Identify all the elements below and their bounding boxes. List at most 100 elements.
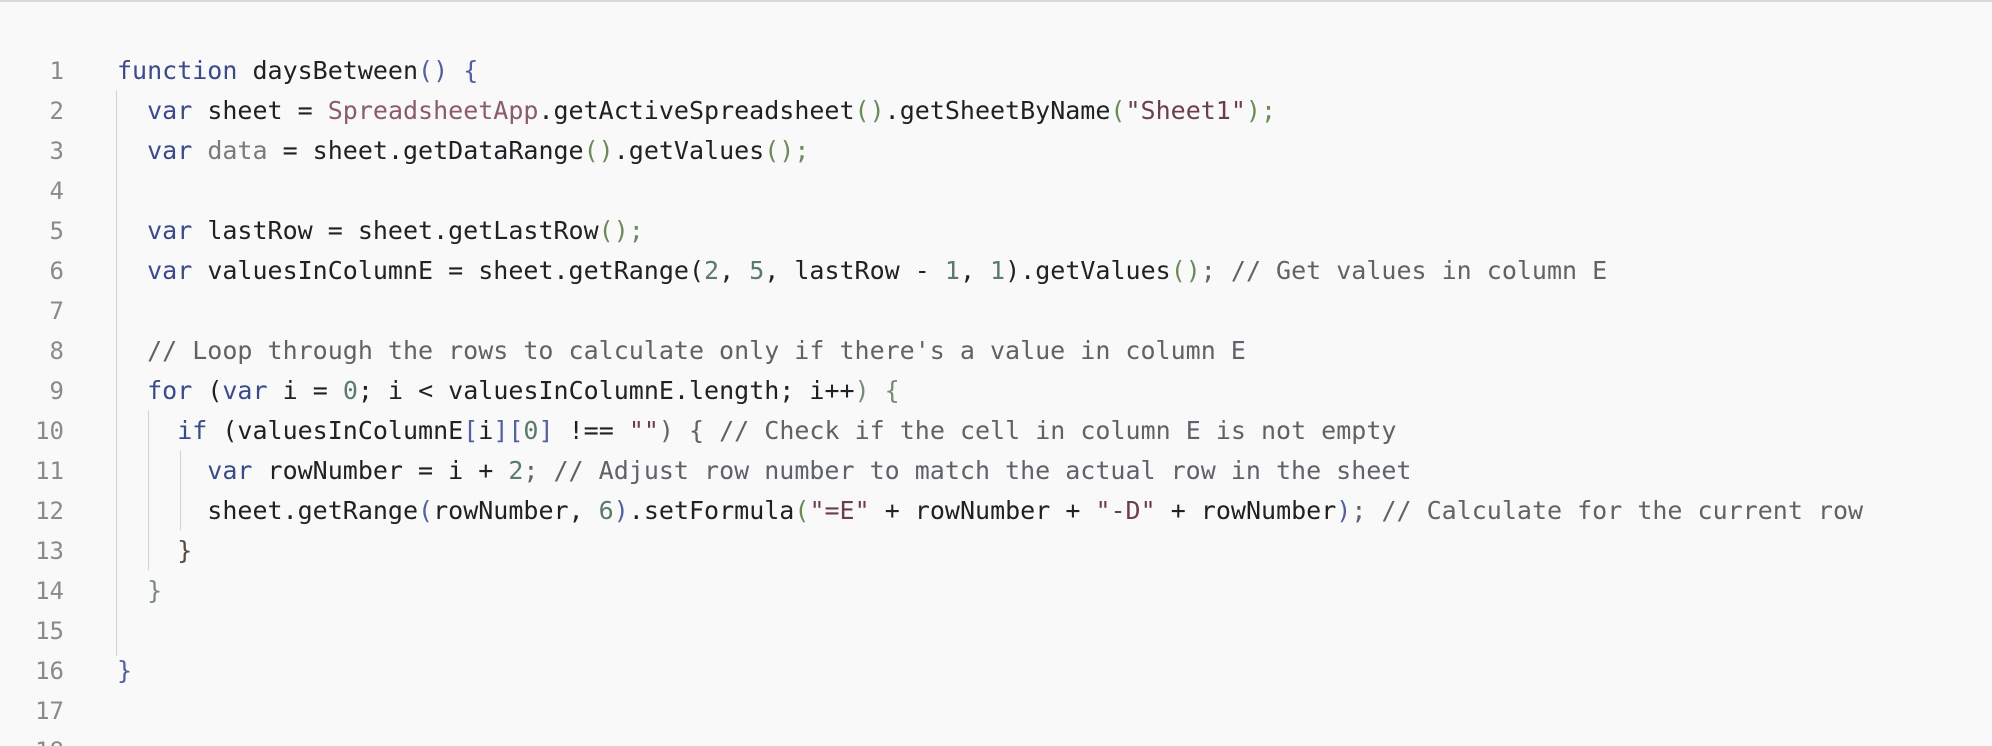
code-token: 6: [598, 496, 614, 525]
code-line[interactable]: 8 // Loop through the rows to calculate …: [0, 331, 1992, 371]
line-number: 10: [35, 417, 64, 445]
code-line[interactable]: 10 if (valuesInColumnE[i][0] !== "") { /…: [0, 411, 1992, 451]
code-token: (: [794, 496, 810, 525]
line-number: 3: [49, 137, 64, 165]
line-number: 2: [49, 97, 64, 125]
line-number: 16: [35, 657, 64, 685]
code-token: ();: [598, 216, 644, 245]
code-line[interactable]: 15: [0, 611, 1992, 651]
code-token: "Sheet1": [1125, 96, 1246, 125]
line-number: 12: [35, 497, 64, 525]
code-token: .getValues: [613, 136, 765, 165]
code-token: 0: [342, 376, 358, 405]
code-token: function: [117, 56, 253, 85]
code-token: ; // Get values in column E: [1200, 256, 1608, 285]
code-token: ();: [764, 136, 810, 165]
line-number: 17: [35, 697, 64, 725]
code-token: rowNumber = i +: [267, 456, 509, 485]
code-token: ): [1336, 496, 1352, 525]
code-text[interactable]: if (valuesInColumnE[i][0] !== "") { // C…: [117, 411, 1396, 451]
code-token: ) {: [854, 376, 900, 405]
code-editor[interactable]: 1 function daysBetween() {2 var sheet = S…: [0, 0, 1992, 746]
code-token: var: [222, 376, 283, 405]
code-token: = sheet.getDataRange: [267, 136, 584, 165]
code-text[interactable]: for (var i = 0; i < valuesInColumnE.leng…: [117, 371, 900, 411]
code-line[interactable]: 2 var sheet = SpreadsheetApp.getActiveSp…: [0, 91, 1992, 131]
code-line[interactable]: 17: [0, 691, 1992, 731]
code-token: .getActiveSpreadsheet: [538, 96, 855, 125]
code-token: }: [117, 576, 163, 605]
code-token: 1: [944, 256, 960, 285]
line-number: 18: [0, 731, 64, 746]
line-number: 13: [35, 537, 64, 565]
code-token: ; i < valuesInColumnE.length; i++: [357, 376, 855, 405]
line-number: 4: [49, 177, 64, 205]
code-token: for: [117, 376, 208, 405]
code-token: ; // Calculate for the current row: [1351, 496, 1864, 525]
line-number: 11: [35, 457, 64, 485]
code-token: (: [688, 256, 705, 285]
line-number: 15: [35, 617, 64, 645]
code-token: 2: [704, 256, 720, 285]
code-text[interactable]: var data = sheet.getDataRange().getValue…: [117, 131, 809, 171]
code-text[interactable]: var sheet = SpreadsheetApp.getActiveSpre…: [117, 91, 1276, 131]
code-text[interactable]: sheet.getRange(rowNumber, 6).setFormula(…: [117, 491, 1863, 531]
code-token: ]: [538, 416, 554, 445]
code-token: .getSheetByName: [884, 96, 1111, 125]
code-token: , lastRow -: [764, 256, 945, 285]
code-token: .setFormula: [628, 496, 795, 525]
code-line[interactable]: 1 function daysBetween() {: [0, 51, 1992, 91]
code-line[interactable]: 13 }: [0, 531, 1992, 571]
code-token: (: [418, 496, 434, 525]
code-token: () {: [418, 56, 479, 85]
code-token: i: [478, 416, 494, 445]
code-text[interactable]: var lastRow = sheet.getLastRow();: [117, 211, 644, 251]
code-token: // Loop through the rows to calculate on…: [117, 336, 1246, 365]
code-token: !==: [553, 416, 629, 445]
code-token: ][: [493, 416, 524, 445]
code-token: "=E": [809, 496, 870, 525]
code-token: data: [207, 136, 268, 165]
code-token: lastRow = sheet.getLastRow: [207, 216, 599, 245]
code-token: valuesInColumnE = sheet.getRange: [207, 256, 689, 285]
code-token: 2: [508, 456, 524, 485]
code-token: daysBetween: [252, 56, 419, 85]
code-token: 0: [523, 416, 539, 445]
line-number: 5: [49, 217, 64, 245]
code-line[interactable]: 5 var lastRow = sheet.getLastRow();: [0, 211, 1992, 251]
code-token: + rowNumber +: [869, 496, 1096, 525]
code-token: );: [1245, 96, 1277, 125]
line-number: 6: [49, 257, 64, 285]
code-line[interactable]: 14 }: [0, 571, 1992, 611]
code-token: [: [463, 416, 479, 445]
code-token: rowNumber,: [433, 496, 599, 525]
line-number: 7: [49, 297, 64, 325]
line-number: 8: [49, 337, 64, 365]
code-line[interactable]: 3 var data = sheet.getDataRange().getVal…: [0, 131, 1992, 171]
code-text[interactable]: var valuesInColumnE = sheet.getRange(2 , …: [117, 251, 1607, 291]
code-line[interactable]: 6 var valuesInColumnE = sheet.getRange(2…: [0, 251, 1992, 291]
code-line[interactable]: 9 for (var i = 0; i < valuesInColumnE.le…: [0, 371, 1992, 411]
code-token: var: [117, 136, 208, 165]
code-text[interactable]: // Loop through the rows to calculate on…: [117, 331, 1246, 371]
code-line[interactable]: 4: [0, 171, 1992, 211]
code-text[interactable]: }: [117, 531, 192, 571]
code-text[interactable]: function daysBetween() {: [117, 51, 478, 91]
code-text[interactable]: }: [117, 571, 162, 611]
code-token: SpreadsheetApp: [327, 96, 539, 125]
code-text[interactable]: }: [117, 651, 132, 691]
code-token: var: [117, 216, 208, 245]
code-token: (: [207, 376, 223, 405]
code-token: (): [854, 96, 885, 125]
code-token: + rowNumber: [1155, 496, 1337, 525]
code-line[interactable]: 16}: [0, 651, 1992, 691]
code-token: "-D": [1095, 496, 1156, 525]
code-text[interactable]: var rowNumber = i + 2; // Adjust row num…: [117, 451, 1411, 491]
code-line[interactable]: 18: [0, 731, 1992, 746]
code-token: (valuesInColumnE: [222, 416, 464, 445]
code-token: ; // Adjust row number to match the actu…: [523, 456, 1412, 485]
code-line[interactable]: 12 sheet.getRange(rowNumber, 6).setFormu…: [0, 491, 1992, 531]
code-line[interactable]: 11 var rowNumber = i + 2; // Adjust row …: [0, 451, 1992, 491]
code-token: sheet =: [207, 96, 328, 125]
code-line[interactable]: 7: [0, 291, 1992, 331]
